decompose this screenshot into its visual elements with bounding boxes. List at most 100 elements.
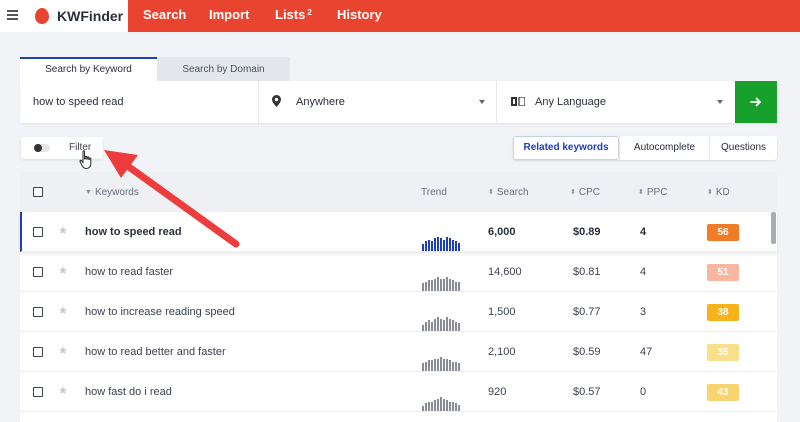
sort-icon: ⬍ bbox=[488, 189, 494, 196]
keyword-cell[interactable]: how to speed read bbox=[85, 226, 182, 238]
row-checkbox[interactable] bbox=[33, 267, 43, 277]
location-select[interactable]: Anywhere bbox=[258, 81, 496, 123]
trend-sparkline bbox=[422, 396, 462, 411]
hamburger-menu-icon[interactable] bbox=[7, 10, 18, 20]
row-checkbox[interactable] bbox=[33, 387, 43, 397]
tab-search-by-keyword[interactable]: Search by Keyword bbox=[20, 57, 157, 81]
trend-bar bbox=[452, 402, 454, 411]
search-bar: Anywhere Any Language bbox=[20, 81, 777, 123]
star-icon[interactable]: ★ bbox=[58, 346, 68, 357]
search-go-button[interactable] bbox=[735, 81, 777, 123]
row-checkbox[interactable] bbox=[33, 347, 43, 357]
keyword-cell[interactable]: how to read faster bbox=[85, 266, 173, 278]
trend-bar bbox=[449, 360, 451, 371]
trend-bar bbox=[455, 241, 457, 251]
row-checkbox[interactable] bbox=[33, 227, 43, 237]
trend-bar bbox=[440, 238, 442, 251]
trend-bar bbox=[443, 359, 445, 371]
table-header: ▼ Keywords Trend ⬍ Search ⬍ CPC ⬍ PPC ⬍ KD bbox=[20, 172, 777, 212]
trend-bar bbox=[440, 397, 442, 411]
table-row[interactable]: ★ how to speed read 6,000 $0.89 4 56 bbox=[20, 212, 777, 252]
tab-questions[interactable]: Questions bbox=[709, 136, 777, 160]
ppc-cell: 4 bbox=[640, 266, 647, 278]
keyword-type-switcher: Related keywords Autocomplete Questions bbox=[513, 136, 777, 160]
tab-search-by-domain[interactable]: Search by Domain bbox=[157, 57, 290, 81]
header-cpc[interactable]: ⬍ CPC bbox=[570, 187, 600, 198]
app-name: KWFinder bbox=[57, 8, 124, 24]
table-scrollbar[interactable] bbox=[771, 212, 776, 244]
star-icon[interactable]: ★ bbox=[58, 226, 68, 237]
location-pin-icon bbox=[272, 95, 281, 107]
trend-bar bbox=[434, 359, 436, 371]
table-row[interactable]: ★ how fast do i read 920 $0.57 0 43 bbox=[20, 372, 777, 412]
trend-bar bbox=[455, 322, 457, 331]
trend-bar bbox=[458, 323, 460, 331]
sort-icon: ⬍ bbox=[707, 189, 713, 196]
ppc-cell: 3 bbox=[640, 306, 647, 318]
trend-bar bbox=[455, 362, 457, 371]
keyword-cell[interactable]: how to read better and faster bbox=[85, 346, 226, 358]
header-keywords[interactable]: ▼ Keywords bbox=[85, 187, 139, 198]
table-row[interactable]: ★ how to increase reading speed 1,500 $0.77… bbox=[20, 292, 777, 332]
search-volume-cell: 6,000 bbox=[488, 226, 516, 238]
sort-icon: ⬍ bbox=[638, 189, 644, 196]
star-icon[interactable]: ★ bbox=[58, 306, 68, 317]
trend-bar bbox=[443, 399, 445, 411]
star-icon[interactable]: ★ bbox=[58, 266, 68, 277]
brand-area: KWFinder bbox=[0, 0, 128, 32]
kd-badge: 51 bbox=[707, 264, 739, 281]
star-icon[interactable]: ★ bbox=[58, 386, 68, 397]
header-search[interactable]: ⬍ Search bbox=[488, 187, 529, 198]
trend-bar bbox=[422, 363, 424, 371]
cpc-cell: $0.77 bbox=[573, 306, 601, 318]
row-checkbox[interactable] bbox=[33, 307, 43, 317]
nav-import[interactable]: Import bbox=[209, 0, 249, 32]
trend-bar bbox=[458, 282, 460, 291]
nav-history[interactable]: History bbox=[337, 0, 382, 32]
trend-bar bbox=[425, 362, 427, 371]
table-row[interactable]: ★ how to read faster 14,600 $0.81 4 51 bbox=[20, 252, 777, 292]
language-select[interactable]: Any Language bbox=[496, 81, 734, 123]
trend-bar bbox=[446, 359, 448, 371]
trend-sparkline bbox=[422, 236, 462, 251]
trend-bar bbox=[452, 280, 454, 291]
translate-icon bbox=[511, 97, 525, 106]
cpc-cell: $0.59 bbox=[573, 346, 601, 358]
trend-bar bbox=[422, 283, 424, 291]
nav-lists[interactable]: Lists 2 bbox=[275, 0, 312, 32]
keyword-results-table: ▼ Keywords Trend ⬍ Search ⬍ CPC ⬍ PPC ⬍ KD ★ h… bbox=[20, 172, 777, 422]
keyword-cell[interactable]: how fast do i read bbox=[85, 386, 172, 398]
header-ppc[interactable]: ⬍ PPC bbox=[638, 187, 667, 198]
search-volume-cell: 1,500 bbox=[488, 306, 516, 318]
table-row[interactable]: ★ how to read better and faster 2,100 $0.59… bbox=[20, 332, 777, 372]
tab-related-keywords[interactable]: Related keywords bbox=[513, 136, 619, 160]
nav-search[interactable]: Search bbox=[143, 0, 186, 32]
cpc-cell: $0.57 bbox=[573, 386, 601, 398]
trend-bar bbox=[422, 244, 424, 251]
header-kd[interactable]: ⬍ KD bbox=[707, 187, 730, 198]
lists-count-badge: 2 bbox=[307, 8, 312, 17]
trend-bar bbox=[455, 403, 457, 411]
filter-switch[interactable] bbox=[34, 144, 50, 152]
chevron-down-icon bbox=[717, 100, 723, 104]
keyword-input[interactable] bbox=[20, 81, 258, 123]
sort-icon: ⬍ bbox=[570, 189, 576, 196]
trend-bar bbox=[449, 238, 451, 251]
search-volume-cell: 2,100 bbox=[488, 346, 516, 358]
trend-bar bbox=[440, 319, 442, 331]
trend-bar bbox=[434, 238, 436, 251]
keyword-cell[interactable]: how to increase reading speed bbox=[85, 306, 235, 318]
trend-sparkline bbox=[422, 316, 462, 331]
search-volume-cell: 920 bbox=[488, 386, 507, 398]
trend-bar bbox=[437, 317, 439, 331]
select-all-checkbox[interactable] bbox=[33, 187, 43, 197]
top-navbar: KWFinder Search Import Lists 2 History bbox=[0, 0, 800, 32]
trend-bar bbox=[449, 279, 451, 291]
kd-badge: 56 bbox=[707, 224, 739, 241]
trend-bar bbox=[428, 280, 430, 291]
tab-autocomplete[interactable]: Autocomplete bbox=[619, 136, 709, 160]
trend-bar bbox=[443, 320, 445, 331]
trend-bar bbox=[452, 320, 454, 331]
ppc-cell: 4 bbox=[640, 226, 647, 238]
trend-bar bbox=[446, 237, 448, 251]
